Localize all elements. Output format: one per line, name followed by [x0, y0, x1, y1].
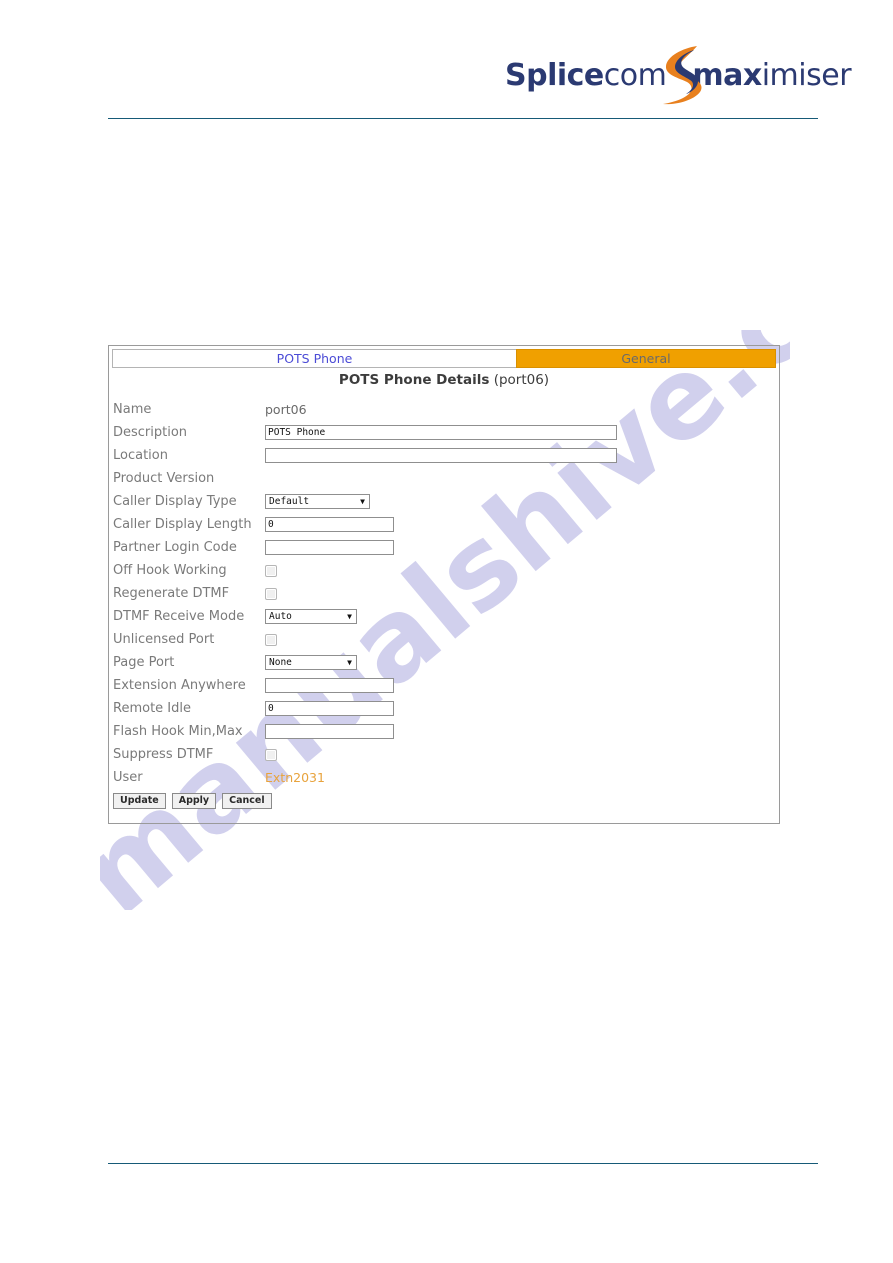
field-label: Page Port: [113, 655, 175, 670]
dropdown-value: None: [269, 657, 292, 668]
form-row: Caller Display Length: [109, 513, 779, 536]
field-control: [265, 540, 779, 555]
brand-logo-text: Splicecom maximiser: [505, 54, 852, 98]
tab-pots-phone[interactable]: POTS Phone: [112, 349, 516, 368]
form-action-buttons: Update Apply Cancel: [109, 789, 783, 813]
form-row: Flash Hook Min,Max: [109, 720, 779, 743]
checkbox[interactable]: [265, 748, 277, 761]
brand-max: max: [692, 58, 762, 93]
form-row: Product Version: [109, 467, 779, 490]
header-divider: [108, 118, 818, 119]
dropdown[interactable]: None ▼: [265, 655, 357, 670]
field-control: [265, 564, 779, 577]
dropdown[interactable]: Auto ▼: [265, 609, 357, 624]
chevron-down-icon: ▼: [347, 611, 352, 621]
form-row: Suppress DTMF: [109, 743, 779, 766]
field-control: [265, 701, 779, 716]
text-input[interactable]: [265, 724, 394, 739]
form-row: Page Port None ▼: [109, 651, 779, 674]
form-row: Location: [109, 444, 779, 467]
field-label: Partner Login Code: [113, 540, 237, 555]
field-label: Extension Anywhere: [113, 678, 246, 693]
panel-title-sub: (port06): [493, 372, 550, 388]
field-control: [265, 633, 779, 646]
checkbox[interactable]: [265, 633, 277, 646]
field-control: port06: [265, 402, 779, 417]
form-row: Name port06: [109, 398, 779, 421]
text-input[interactable]: [265, 701, 394, 716]
form-row: Unlicensed Port: [109, 628, 779, 651]
field-control: [265, 425, 779, 440]
field-label: Suppress DTMF: [113, 747, 214, 762]
form-row: User Extn2031: [109, 766, 779, 789]
form-row: Partner Login Code: [109, 536, 779, 559]
field-label: Description: [113, 425, 188, 440]
update-button[interactable]: Update: [113, 793, 166, 809]
brand-imiser: imiser: [761, 58, 852, 93]
field-label: Off Hook Working: [113, 563, 227, 578]
footer-divider: [108, 1163, 818, 1164]
form-row: Regenerate DTMF: [109, 582, 779, 605]
dropdown-value: Auto: [269, 611, 292, 622]
field-label: Location: [113, 448, 168, 463]
field-control: [265, 448, 779, 463]
panel-title-main: POTS Phone Details: [338, 372, 490, 388]
brand-splice: Splice: [505, 58, 604, 93]
form-row: Description: [109, 421, 779, 444]
checkbox[interactable]: [265, 587, 277, 600]
field-label: Remote Idle: [113, 701, 191, 716]
field-control: [265, 724, 779, 739]
field-label: Name: [113, 402, 152, 417]
details-form: Name port06 Description Location Product Ver…: [109, 398, 779, 789]
field-label: Caller Display Length: [113, 517, 252, 532]
field-label: Regenerate DTMF: [113, 586, 230, 601]
pots-phone-details-panel: POTS Phone General POTS Phone Details (p…: [108, 345, 780, 824]
brand-com: com: [603, 58, 667, 93]
text-input[interactable]: [265, 448, 617, 463]
text-input[interactable]: [265, 678, 394, 693]
field-control: [265, 517, 779, 532]
apply-button[interactable]: Apply: [171, 793, 217, 809]
field-label: DTMF Receive Mode: [113, 609, 245, 624]
text-input[interactable]: [265, 517, 394, 532]
text-input[interactable]: [265, 540, 394, 555]
chevron-down-icon: ▼: [360, 496, 365, 506]
field-label: User: [113, 770, 143, 785]
brand-logo: Splicecom maximiser: [505, 44, 852, 106]
form-row: Caller Display Type Default ▼: [109, 490, 779, 513]
cancel-button[interactable]: Cancel: [222, 793, 272, 809]
text-input[interactable]: [265, 425, 617, 440]
field-control: [265, 678, 779, 693]
form-row: Remote Idle: [109, 697, 779, 720]
field-control: Auto ▼: [265, 609, 779, 624]
field-control: Default ▼: [265, 494, 779, 509]
field-control: None ▼: [265, 655, 779, 670]
checkbox[interactable]: [265, 564, 277, 577]
dropdown[interactable]: Default ▼: [265, 494, 370, 509]
field-label: Flash Hook Min,Max: [113, 724, 243, 739]
field-label: Product Version: [113, 471, 215, 486]
tab-general[interactable]: General: [516, 349, 776, 368]
field-label: Caller Display Type: [113, 494, 237, 509]
field-control: Extn2031: [265, 770, 779, 785]
form-row: Extension Anywhere: [109, 674, 779, 697]
chevron-down-icon: ▼: [347, 657, 352, 667]
static-value: port06: [265, 402, 307, 417]
dropdown-value: Default: [269, 496, 310, 507]
field-control: [265, 587, 779, 600]
form-row: Off Hook Working: [109, 559, 779, 582]
field-label: Unlicensed Port: [113, 632, 215, 647]
form-row: DTMF Receive Mode Auto ▼: [109, 605, 779, 628]
panel-title: POTS Phone Details (port06): [109, 372, 779, 388]
field-control: [265, 748, 779, 761]
tab-bar: POTS Phone General: [112, 349, 776, 368]
user-link[interactable]: Extn2031: [265, 770, 325, 785]
